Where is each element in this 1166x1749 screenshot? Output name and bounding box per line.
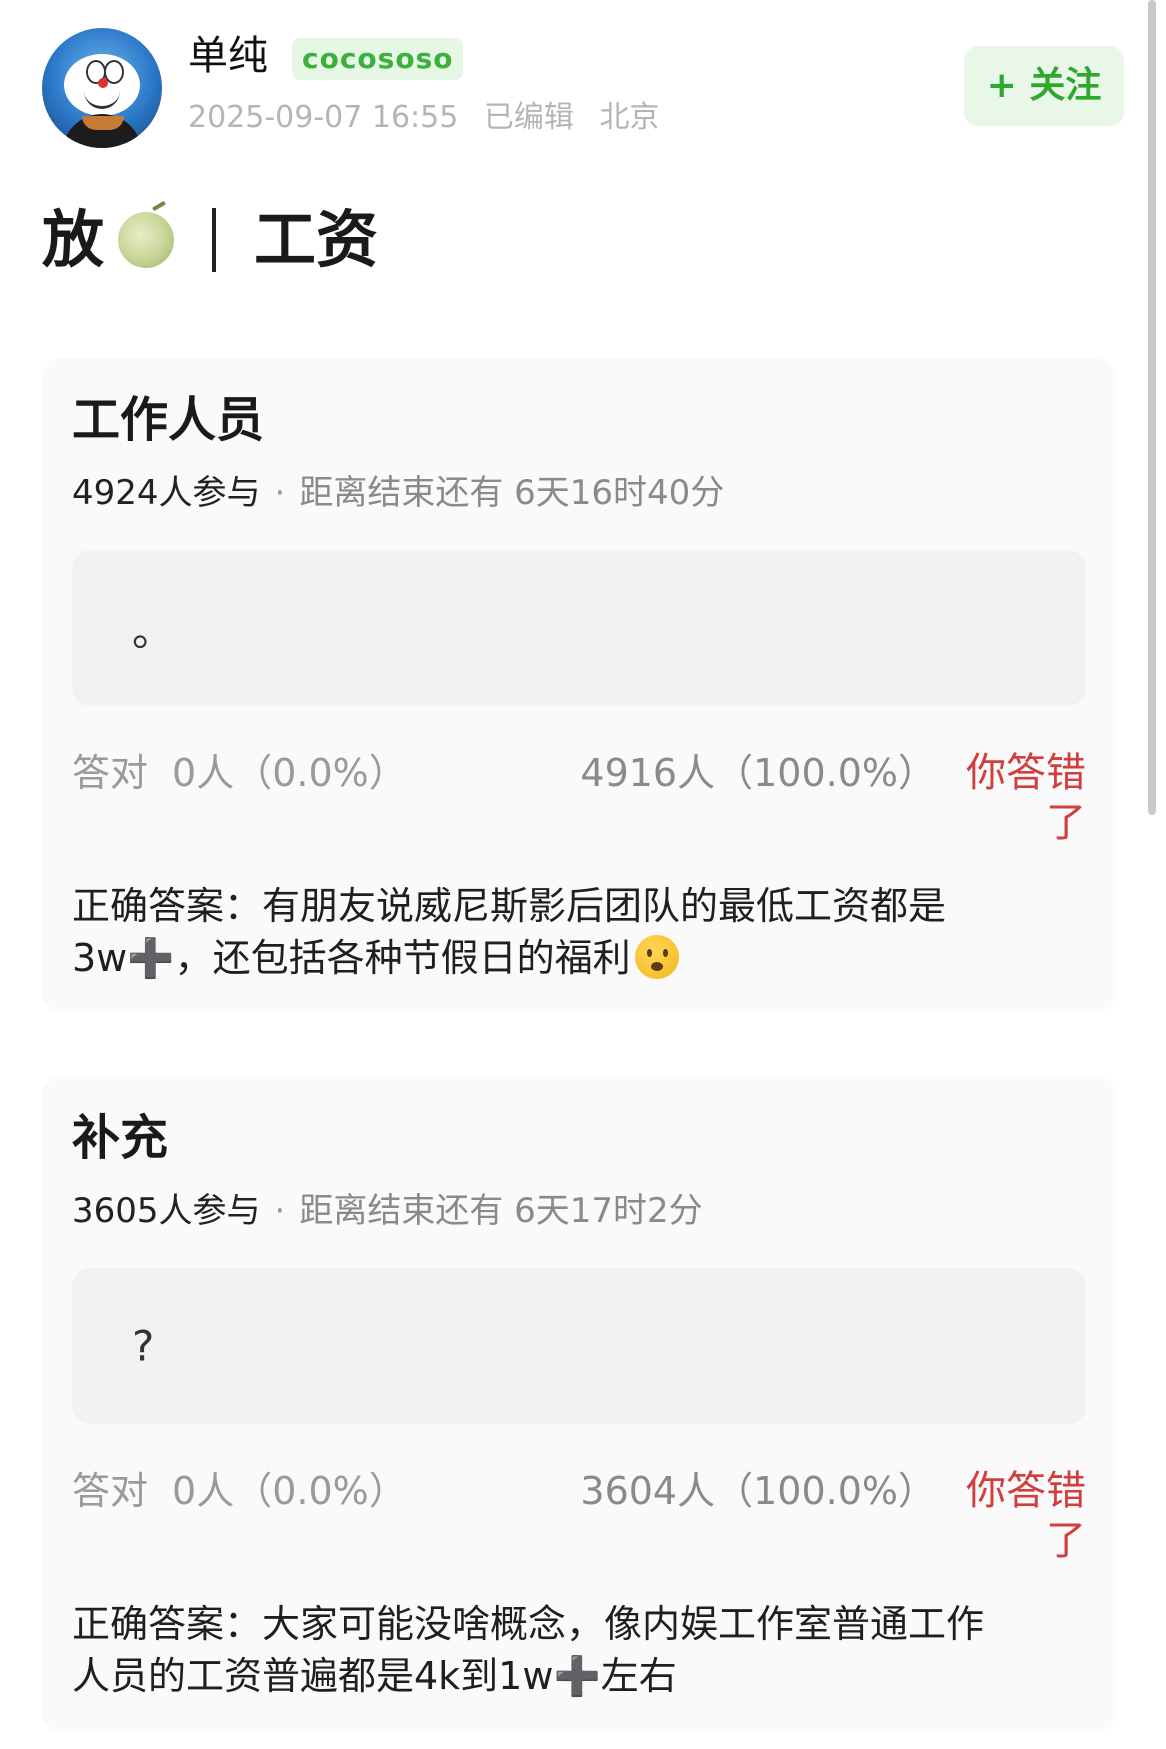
time-remaining: 距离结束还有 6天17时2分	[299, 1191, 703, 1231]
participant-count: 3605人参与	[72, 1191, 261, 1231]
quiz-option-text: 。	[132, 606, 175, 656]
title-divider	[212, 208, 217, 272]
wrong-label: 你答错了	[966, 1468, 1086, 1564]
quiz-stats: 3605人参与 · 距离结束还有 6天17时2分	[72, 1188, 703, 1234]
correct-label: 答对	[72, 751, 149, 795]
wrong-count: 4916人（100.0%）	[580, 751, 936, 795]
answer-text: 正确答案：大家可能没啥概念，像内娱工作室普通工作人员的工资普遍都是4k到1w➕左…	[72, 1602, 985, 1698]
post-meta: 2025-09-07 16:55 已编辑 北京	[188, 98, 675, 138]
correct-answer: 正确答案：大家可能没啥概念，像内娱工作室普通工作人员的工资普遍都是4k到1w➕左…	[72, 1598, 1016, 1702]
post-timestamp: 2025-09-07 16:55	[188, 100, 459, 135]
post-header: 单纯 cocososo 2025-09-07 16:55 已编辑 北京 + 关注	[42, 28, 1124, 150]
quiz-result: 答对 0人（0.0%） 3604人（100.0%） 你答错了	[72, 1466, 1086, 1576]
correct-stats: 答对 0人（0.0%）	[72, 748, 407, 798]
separator-dot: ·	[274, 1191, 286, 1231]
quiz-stats: 4924人参与 · 距离结束还有 6天16时40分	[72, 470, 724, 516]
melon-icon	[118, 212, 175, 268]
username[interactable]: 单纯	[188, 32, 268, 80]
quiz-title: 补充	[72, 1110, 169, 1166]
quiz-card: 补充 3605人参与 · 距离结束还有 6天17时2分 ? 答对 0人（0.0%） 3…	[42, 1076, 1116, 1732]
edited-label: 已编辑	[483, 100, 574, 135]
quiz-card: 工作人员 4924人参与 · 距离结束还有 6天16时40分 。 答对 0人（0.0%…	[42, 358, 1116, 1012]
correct-answer: 正确答案：有朋友说威尼斯影后团队的最低工资都是3w➕，还包括各种节假日的福利	[72, 880, 1016, 984]
post-title-left: 放	[42, 203, 105, 276]
user-tag-badge: cocososo	[292, 38, 464, 80]
participant-count: 4924人参与	[72, 473, 261, 513]
answer-text: 正确答案：有朋友说威尼斯影后团队的最低工资都是3w➕，还包括各种节假日的福利	[72, 884, 947, 980]
quiz-result: 答对 0人（0.0%） 4916人（100.0%） 你答错了	[72, 748, 1086, 858]
correct-count: 0人（0.0%）	[172, 751, 407, 795]
post-page: 单纯 cocososo 2025-09-07 16:55 已编辑 北京 + 关注…	[0, 0, 1166, 1749]
post-title: 放 工资	[42, 200, 378, 280]
quiz-option-text: ?	[132, 1321, 155, 1371]
wrong-label: 你答错了	[966, 750, 1086, 846]
avatar[interactable]	[42, 28, 162, 148]
time-remaining: 距离结束还有 6天16时40分	[299, 473, 725, 513]
scrollbar[interactable]	[1148, 0, 1156, 815]
separator-dot: ·	[274, 473, 286, 513]
quiz-option[interactable]: ?	[72, 1268, 1086, 1424]
quiz-option[interactable]: 。	[72, 550, 1086, 706]
wrong-count: 3604人（100.0%）	[580, 1469, 936, 1513]
quiz-title: 工作人员	[72, 392, 265, 448]
post-location: 北京	[599, 100, 660, 135]
post-title-right: 工资	[254, 203, 379, 276]
correct-stats: 答对 0人（0.0%）	[72, 1466, 407, 1516]
correct-count: 0人（0.0%）	[172, 1469, 407, 1513]
correct-label: 答对	[72, 1469, 149, 1513]
frown-emoji-icon	[634, 935, 679, 979]
follow-button[interactable]: + 关注	[964, 46, 1124, 126]
